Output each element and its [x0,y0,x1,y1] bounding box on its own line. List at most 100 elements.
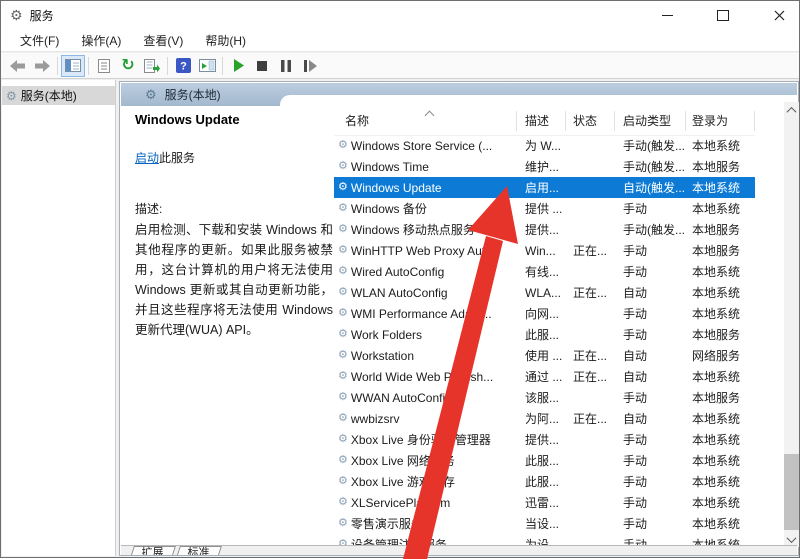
table-row[interactable]: ⚙ Work Folders 此服... 手动 本地服务 [334,324,755,345]
restart-service-button[interactable] [298,55,322,77]
start-service-link[interactable]: 启动 [135,151,159,165]
minimize-button[interactable] [657,5,677,25]
table-row[interactable]: ⚙ Xbox Live 身份验证管理器 提供... 手动 本地系统 [334,429,755,450]
service-startup-cell: 手动 [623,475,648,489]
service-desc-cell: 提供 ... [525,202,563,216]
table-row[interactable]: ⚙ Workstation 使用 ... 正在... 自动 网络服务 [334,345,755,366]
column-header-status[interactable]: 状态 [566,111,615,131]
vertical-scrollbar[interactable] [784,102,799,547]
column-header-startup-type[interactable]: 启动类型 [615,111,686,131]
table-row[interactable]: ⚙ XLServicePlatform 迅雷... 手动 本地系统 [334,492,755,513]
service-name-cell: ⚙ Xbox Live 身份验证管理器 [334,431,517,448]
table-row[interactable]: ⚙ Windows 移动热点服务 提供... 手动(触发... 本地服务 [334,219,755,240]
service-gear-icon: ⚙ [338,370,348,382]
service-status-cell: 正在... [573,286,608,300]
table-row[interactable]: ⚙ Wired AutoConfig 有线... 手动 本地系统 [334,261,755,282]
table-row[interactable]: ⚙ WWAN AutoConfig 该服... 手动 本地服务 [334,387,755,408]
toolbar-separator [88,56,89,75]
service-gear-icon: ⚙ [338,496,348,508]
show-console-tree-button[interactable] [61,54,85,77]
menu-help[interactable]: 帮助(H) [194,29,257,52]
properties-button[interactable] [92,55,116,77]
service-startup-cell: 手动 [623,244,648,258]
start-service-line: 启动此服务 [135,149,335,166]
service-desc-cell: 使用 ... [525,349,563,363]
tab-standard[interactable]: 标准 [174,546,222,555]
service-startup-cell: 手动 [623,202,648,216]
service-name-cell: ⚙ XLServicePlatform [334,496,517,510]
forward-icon [35,59,50,72]
service-name: World Wide Web Publish... [350,369,494,384]
table-row[interactable]: ⚙ 零售演示服务 当设... 手动 本地系统 [334,513,755,534]
scroll-up-button[interactable] [784,102,799,118]
service-name: Xbox Live 网络服务 [350,454,455,468]
column-header-description[interactable]: 描述 [517,111,566,131]
service-startup-cell: 自动 [623,349,648,363]
service-name: WMI Performance Adapt... [350,306,492,321]
start-service-button[interactable] [226,55,250,77]
column-header-name[interactable]: 名称 [334,110,517,131]
table-row[interactable]: ⚙ wwbizsrv 为阿... 正在... 自动 本地系统 [334,408,755,429]
tab-extended[interactable]: 扩展 [128,546,176,555]
service-desc-cell: Win... [525,243,556,258]
table-row[interactable]: ⚙ WMI Performance Adapt... 向网... 手动 本地系统 [334,303,755,324]
export-list-button[interactable] [140,55,164,77]
service-name-cell: ⚙ WWAN AutoConfig [334,391,517,405]
show-action-pane-button[interactable] [195,55,219,77]
table-row[interactable]: ⚙ World Wide Web Publish... 通过 ... 正在... 自动 本… [334,366,755,387]
window-title: 服务 [29,8,54,23]
service-logon-cell: 网络服务 [692,349,741,363]
service-name-cell: ⚙ Wired AutoConfig [334,265,517,279]
table-row[interactable]: ⚙ Windows Time 维护... 手动(触发... 本地服务 [334,156,755,177]
menu-action[interactable]: 操作(A) [70,29,132,52]
service-name: Windows Update [350,180,442,195]
service-name: Windows 移动热点服务 [350,223,475,237]
service-startup-cell: 自动 [623,370,648,384]
service-name: WWAN AutoConfig [350,390,452,405]
maximize-button[interactable] [713,5,733,25]
table-row[interactable]: ⚙ Xbox Live 游戏保存 此服... 手动 本地系统 [334,471,755,492]
refresh-button[interactable]: ↻ [116,55,140,77]
forward-button[interactable] [30,55,54,77]
tree-item-services-local[interactable]: ⚙ 服务(本地) [2,86,115,105]
menu-view[interactable]: 查看(V) [132,29,194,52]
table-row[interactable]: ⚙ WLAN AutoConfig WLA... 正在... 自动 本地系统 [334,282,755,303]
menu-file[interactable]: 文件(F) [9,29,70,52]
toolbar-separator [222,56,223,75]
services-window: ⚙ 服务 文件(F) 操作(A) 查看(V) 帮助(H) ↻ ? ⚙ 服务(本地… [0,0,800,559]
service-logon-cell: 本地服务 [692,223,741,237]
pause-service-button[interactable] [274,55,298,77]
scrollbar-thumb[interactable] [784,454,799,530]
service-startup-cell: 手动 [623,391,648,405]
service-logon-cell: 本地系统 [692,370,741,384]
service-name-cell: ⚙ World Wide Web Publish... [334,370,517,384]
service-name-cell: ⚙ Windows 备份 [334,200,517,217]
table-row[interactable]: ⚙ Windows Store Service (... 为 W... 手动(触发..… [334,135,755,156]
column-header-logon-as[interactable]: 登录为 [686,111,755,131]
table-row[interactable]: ⚙ Windows Update 启用... 自动(触发... 本地系统 [334,177,755,198]
service-name-cell: ⚙ Workstation [334,349,517,363]
service-name: Workstation [350,348,415,363]
service-gear-icon: ⚙ [338,223,348,235]
service-desc-cell: 此服... [525,328,560,342]
help-button[interactable]: ? [171,55,195,77]
back-button[interactable] [6,55,30,77]
restart-icon [303,59,317,72]
table-row[interactable]: ⚙ WinHTTP Web Proxy Aut... Win... 正在... 手动 本地… [334,240,755,261]
service-startup-cell: 手动 [623,517,648,531]
table-row[interactable]: ⚙ Windows 备份 提供 ... 手动 本地系统 [334,198,755,219]
service-name: WLAN AutoConfig [350,285,448,300]
service-desc-cell: WLA... [525,285,562,300]
service-logon-cell: 本地系统 [692,265,741,279]
title-bar: ⚙ 服务 [1,1,799,29]
toolbar: ↻ ? [1,53,799,79]
service-logon-cell: 本地系统 [692,433,741,447]
stop-service-button[interactable] [250,55,274,77]
services-view: ⚙ 服务(本地) Windows Update 启动此服务 描述: 启用检测、下… [119,81,799,556]
chevron-up-icon [786,106,797,117]
close-button[interactable] [769,5,789,25]
description-label: 描述: [135,202,163,216]
table-row[interactable]: ⚙ Xbox Live 网络服务 此服... 手动 本地系统 [334,450,755,471]
service-desc-cell: 有线... [525,265,560,279]
service-gear-icon: ⚙ [338,517,348,529]
